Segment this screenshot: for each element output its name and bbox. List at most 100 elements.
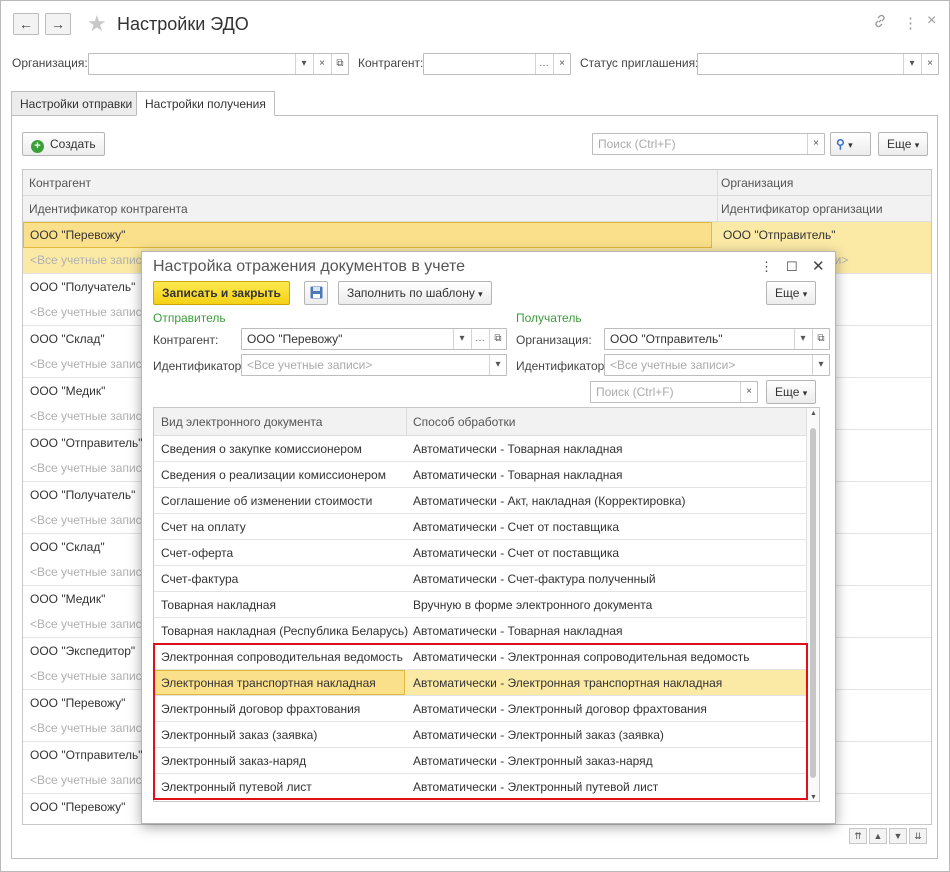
close-icon[interactable]: ✕: [812, 257, 825, 275]
more-vertical-icon[interactable]: ⋮: [903, 14, 918, 32]
tab-send-settings[interactable]: Настройки отправки: [11, 91, 142, 116]
counterparty-identifier: <Все учетные записи>: [30, 461, 156, 475]
dropdown-icon[interactable]: ▾: [794, 329, 811, 349]
processing-method: Автоматически - Счет-фактура полученный: [413, 572, 656, 586]
page-down-button[interactable]: ▼: [889, 828, 907, 844]
document-type: Счет-фактура: [161, 572, 239, 586]
counterparty-name: ООО "Отправитель": [30, 436, 143, 450]
first-page-button[interactable]: ⇈: [849, 828, 867, 844]
last-page-button[interactable]: ⇊: [909, 828, 927, 844]
close-icon[interactable]: ×: [927, 12, 936, 30]
counterparty-name: ООО "Экспедитор": [30, 644, 136, 658]
dropdown-icon[interactable]: ▾: [489, 355, 506, 375]
receiver-identifier-field[interactable]: <Все учетные записи> ▾: [604, 354, 830, 376]
maximize-icon[interactable]: ☐: [786, 259, 798, 275]
counterparty-name: ООО "Отправитель": [30, 748, 143, 762]
table-row[interactable]: Счет на оплату Автоматически - Счет от по…: [154, 514, 806, 540]
counterparty-field[interactable]: ООО "Перевожу" ▾ … ⧉: [241, 328, 507, 350]
organization-filter-label: Организация:: [12, 56, 88, 70]
table-row[interactable]: Соглашение об изменении стоимости Автомат…: [154, 488, 806, 514]
counterparty-name: ООО "Перевожу": [30, 800, 126, 814]
counterparty-identifier: <Все учетные записи>: [30, 721, 156, 735]
clear-icon[interactable]: ×: [807, 134, 824, 154]
table-row[interactable]: ООО "Перевожу" ООО "Отправитель": [23, 222, 931, 248]
open-icon[interactable]: ⧉: [489, 329, 506, 349]
table-row[interactable]: Счет-фактура Автоматически - Счет-фактура…: [154, 566, 806, 592]
dropdown-icon[interactable]: ▾: [812, 355, 829, 375]
scrollbar-thumb[interactable]: [810, 428, 816, 778]
sender-identifier-field[interactable]: <Все учетные записи> ▾: [241, 354, 507, 376]
select-icon[interactable]: …: [471, 329, 488, 349]
dialog-more-button[interactable]: Еще ▾: [766, 281, 817, 305]
counterparty-name: ООО "Перевожу": [30, 228, 126, 242]
save-button[interactable]: [304, 281, 328, 305]
counterparty-name: ООО "Получатель": [30, 280, 136, 294]
processing-method: Автоматически - Товарная накладная: [413, 468, 623, 482]
organization-field[interactable]: ООО "Отправитель" ▾ ⧉: [604, 328, 830, 350]
clear-icon[interactable]: ×: [553, 54, 570, 74]
create-button[interactable]: + Создать: [22, 132, 105, 156]
table-header: Вид электронного документа Способ обрабо…: [154, 408, 806, 436]
clear-icon[interactable]: ×: [921, 54, 938, 74]
save-and-close-button[interactable]: Записать и закрыть: [153, 281, 290, 305]
clear-icon[interactable]: ×: [740, 382, 757, 402]
table-row[interactable]: Товарная накладная Вручную в форме электр…: [154, 592, 806, 618]
table-row[interactable]: Сведения о закупке комиссионером Автомати…: [154, 436, 806, 462]
document-type: Электронный договор фрахтования: [161, 702, 361, 716]
sender-identifier-label: Идентификатор:: [153, 359, 245, 373]
page-up-button[interactable]: ▲: [869, 828, 887, 844]
tab-receive-settings[interactable]: Настройки получения: [136, 91, 275, 116]
dropdown-icon[interactable]: ▾: [903, 54, 920, 74]
processing-method: Автоматически - Счет от поставщика: [413, 546, 620, 560]
counterparty-name: ООО "Склад": [30, 332, 105, 346]
dropdown-icon[interactable]: ▾: [295, 54, 312, 74]
search-button[interactable]: ⚲ ▾: [830, 132, 871, 156]
dialog-title: Настройка отражения документов в учете: [153, 258, 466, 275]
organization-name: ООО "Отправитель": [723, 228, 836, 242]
status-filter-label: Статус приглашения:: [580, 56, 699, 70]
favorite-star-icon[interactable]: ★: [87, 11, 107, 37]
plus-icon: +: [31, 140, 44, 153]
link-icon[interactable]: [873, 14, 887, 32]
forward-button[interactable]: →: [45, 13, 71, 35]
document-type: Электронная транспортная накладная: [161, 676, 376, 690]
open-icon[interactable]: ⧉: [331, 54, 348, 74]
counterparty-identifier: <Все учетные записи>: [30, 669, 156, 683]
clear-icon[interactable]: ×: [313, 54, 330, 74]
back-button[interactable]: ←: [13, 13, 39, 35]
processing-method: Автоматически - Товарная накладная: [413, 442, 623, 456]
document-type: Счет-оферта: [161, 546, 234, 560]
dialog-more-button-2[interactable]: Еще ▾: [766, 380, 817, 404]
arrow-left-icon: ←: [19, 16, 33, 32]
counterparty-identifier: <Все учетные записи>: [30, 253, 156, 267]
more-vertical-icon[interactable]: ⋮: [760, 259, 773, 275]
processing-method: Вручную в форме электронного документа: [413, 598, 653, 612]
main-window: ← → ★ Настройки ЭДО ⋮ × Организация: ▾ ×…: [0, 0, 950, 872]
document-type: Соглашение об изменении стоимости: [161, 494, 373, 508]
document-type: Сведения о закупке комиссионером: [161, 442, 362, 456]
status-filter-input[interactable]: ▾ ×: [697, 53, 939, 75]
counterparty-name: ООО "Перевожу": [30, 696, 126, 710]
arrow-right-icon: →: [51, 16, 65, 32]
more-button[interactable]: Еще ▾: [878, 132, 929, 156]
organization-filter-input[interactable]: ▾ × ⧉: [88, 53, 349, 75]
table-row[interactable]: Товарная накладная (Республика Беларусь)…: [154, 618, 806, 644]
counterparty-name: ООО "Склад": [30, 540, 105, 554]
dropdown-icon[interactable]: ▾: [453, 329, 470, 349]
search-input[interactable]: Поиск (Ctrl+F) ×: [592, 133, 825, 155]
fill-by-template-button[interactable]: Заполнить по шаблону ▾: [338, 281, 492, 305]
select-icon[interactable]: …: [535, 54, 552, 74]
search-icon: ⚲: [836, 137, 845, 151]
processing-method: Автоматически - Товарная накладная: [413, 624, 623, 638]
table-row[interactable]: Счет-оферта Автоматически - Счет от поста…: [154, 540, 806, 566]
table-row[interactable]: Сведения о реализации комиссионером Автом…: [154, 462, 806, 488]
highlight-frame: [153, 643, 808, 800]
document-type: Сведения о реализации комиссионером: [161, 468, 386, 482]
dialog-search-input[interactable]: Поиск (Ctrl+F) ×: [590, 381, 758, 403]
counterparty-identifier: <Все учетные записи>: [30, 357, 156, 371]
counterparty-identifier: <Все учетные записи>: [30, 617, 156, 631]
document-type: Электронная сопроводительная ведомость: [161, 650, 403, 664]
open-icon[interactable]: ⧉: [812, 329, 829, 349]
counterparty-filter-input[interactable]: … ×: [423, 53, 571, 75]
document-type: Электронный заказ (заявка): [161, 728, 318, 742]
